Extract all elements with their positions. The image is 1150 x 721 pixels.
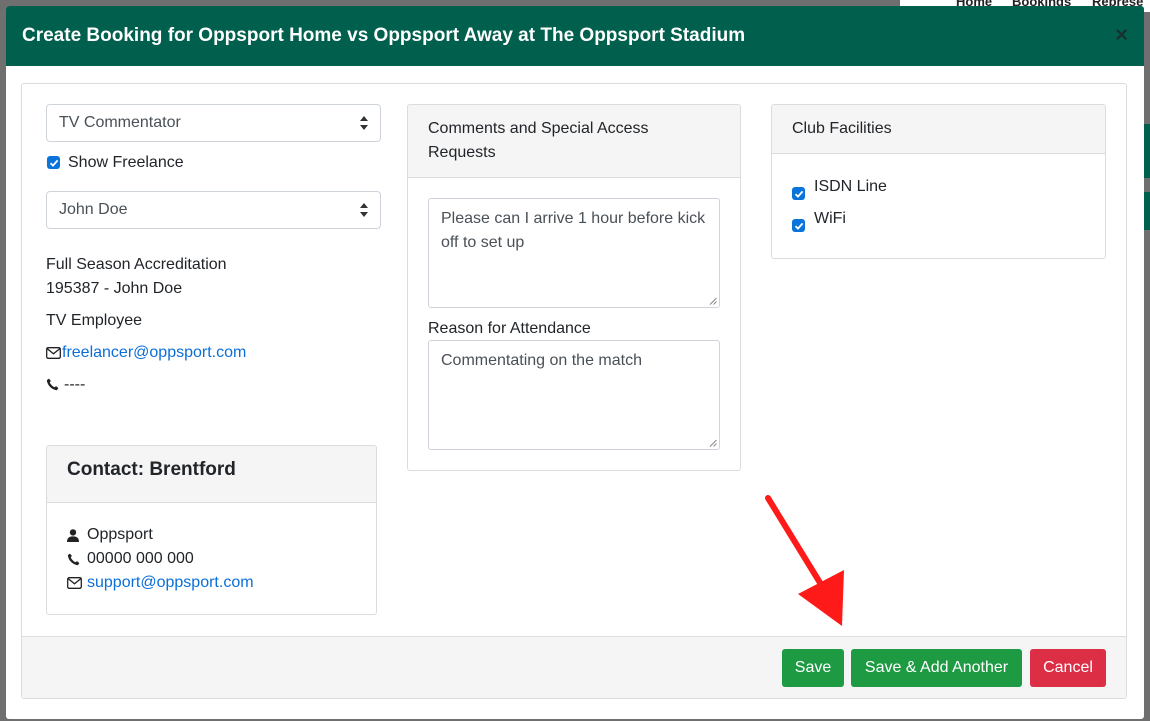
employee-type: TV Employee <box>46 312 143 329</box>
comments-textarea-value: Please can I arrive 1 hour before kick o… <box>441 210 706 251</box>
show-freelance-checkbox[interactable] <box>47 156 60 169</box>
contact-name: Oppsport <box>87 526 153 543</box>
envelope-icon <box>67 577 82 589</box>
comments-textarea[interactable]: Please can I arrive 1 hour before kick o… <box>428 198 720 308</box>
contact-card-title: Contact: Brentford <box>47 446 376 503</box>
wifi-checkbox[interactable] <box>792 219 805 232</box>
contact-phone: 00000 000 000 <box>87 550 194 567</box>
person-select[interactable]: John Doe <box>46 191 381 229</box>
reason-textarea-value: Commentating on the match <box>441 352 642 369</box>
facilities-card-title: Club Facilities <box>772 105 1105 154</box>
resize-grip-icon[interactable] <box>709 297 717 305</box>
accreditation-id: 195387 - John Doe <box>46 280 183 297</box>
contact-card: Contact: Brentford Oppsport 00000 000 00… <box>46 445 377 615</box>
facilities-card: Club Facilities ISDN Line WiFi <box>771 104 1106 259</box>
comments-card-title: Comments and Special Access Requests <box>408 105 740 178</box>
checkmark-icon <box>794 190 803 198</box>
contact-email-link[interactable]: support@oppsport.com <box>87 571 254 595</box>
person-select-value: John Doe <box>59 201 128 218</box>
booking-modal: Create Booking for Oppsport Home vs Opps… <box>6 6 1144 719</box>
reason-label: Reason for Attendance <box>428 320 591 337</box>
close-button[interactable]: × <box>1115 24 1128 46</box>
modal-body: TV Commentator Show Freelance John Doe F… <box>21 83 1127 699</box>
isdn-line-checkbox[interactable] <box>792 187 805 200</box>
checkmark-icon <box>49 159 58 167</box>
select-caret-icon <box>360 203 368 217</box>
comments-card: Comments and Special Access Requests Ple… <box>407 104 741 471</box>
modal-footer: Save Save & Add Another Cancel <box>22 636 1126 698</box>
envelope-icon <box>46 347 61 359</box>
role-select[interactable]: TV Commentator <box>46 104 381 142</box>
isdn-line-label[interactable]: ISDN Line <box>814 175 887 199</box>
select-caret-icon <box>360 116 368 130</box>
checkmark-icon <box>794 222 803 230</box>
resize-grip-icon[interactable] <box>709 439 717 447</box>
show-freelance-label[interactable]: Show Freelance <box>68 151 184 175</box>
save-add-another-button[interactable]: Save & Add Another <box>851 649 1022 687</box>
annotation-arrow-icon <box>765 495 844 626</box>
freelancer-phone: ---- <box>64 376 86 393</box>
phone-icon <box>67 553 80 566</box>
wifi-label[interactable]: WiFi <box>814 207 846 231</box>
user-icon <box>67 529 79 542</box>
phone-icon <box>46 378 59 391</box>
cancel-button[interactable]: Cancel <box>1030 649 1106 687</box>
role-select-value: TV Commentator <box>59 114 181 131</box>
modal-title: Create Booking for Oppsport Home vs Opps… <box>22 25 746 46</box>
reason-textarea[interactable]: Commentating on the match <box>428 340 720 450</box>
freelancer-email-link[interactable]: freelancer@oppsport.com <box>62 341 246 365</box>
modal-header: Create Booking for Oppsport Home vs Opps… <box>6 6 1144 66</box>
save-button[interactable]: Save <box>782 649 844 687</box>
accreditation-text: Full Season Accreditation <box>46 256 227 273</box>
